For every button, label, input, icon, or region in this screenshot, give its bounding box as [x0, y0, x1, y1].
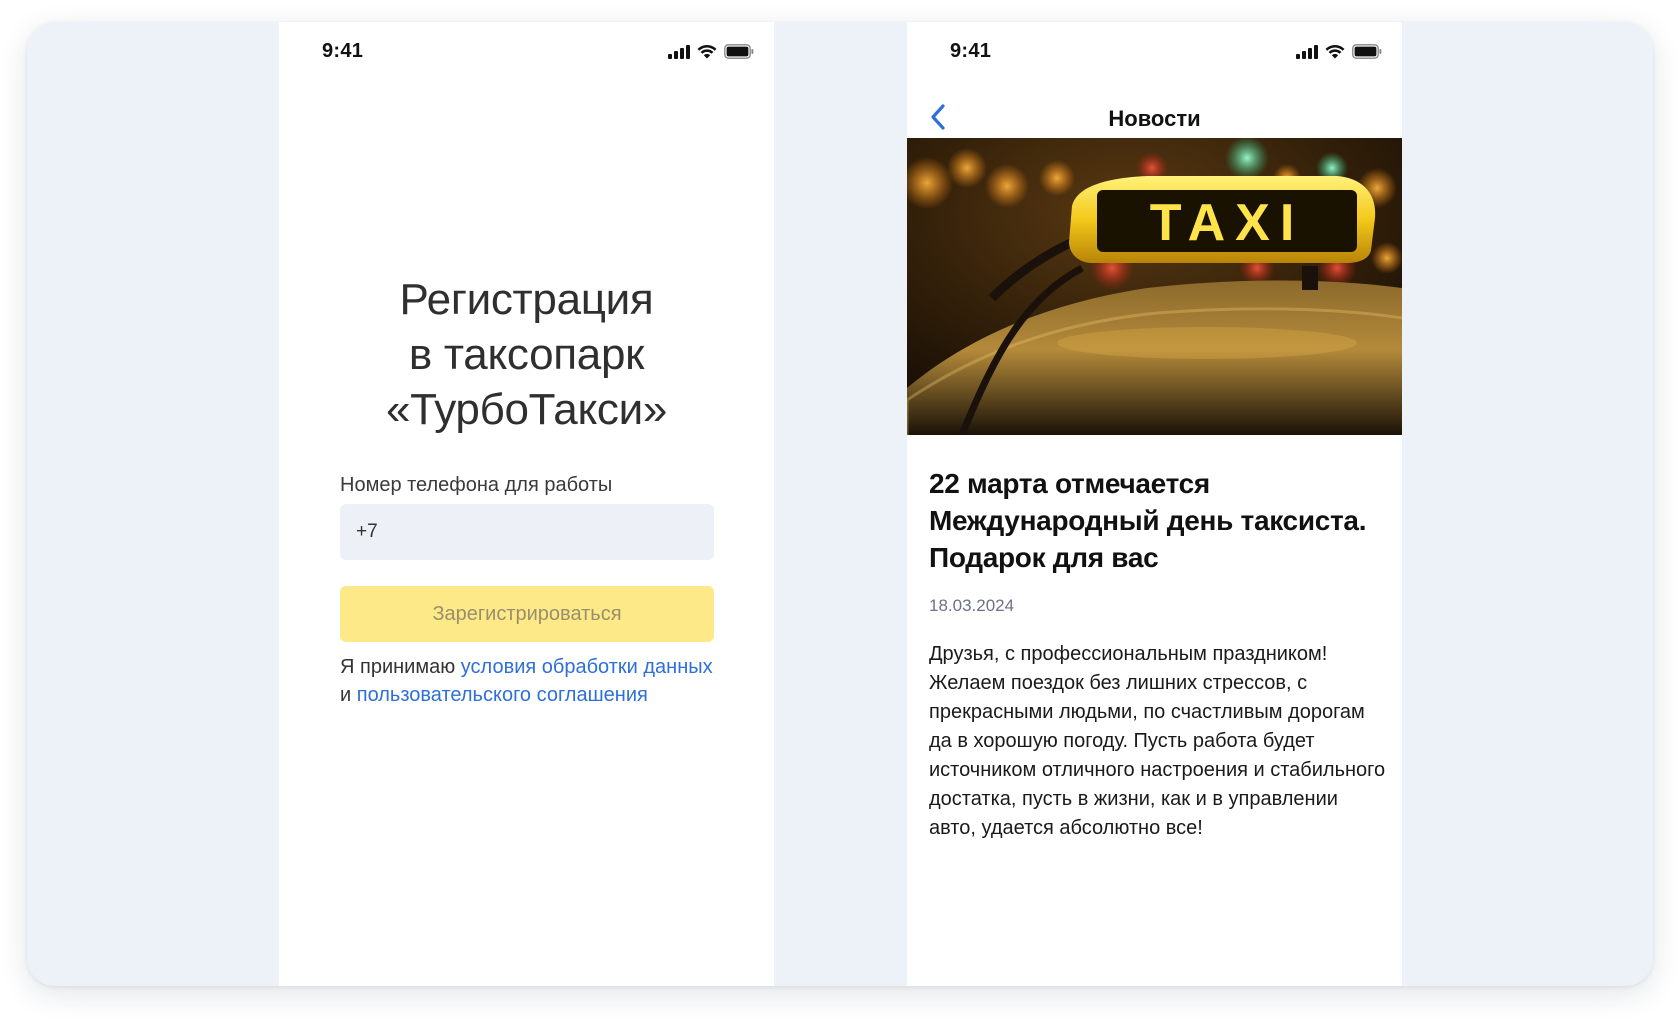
page-title: Регистрация в таксопарк «ТурбоТакси»: [279, 272, 774, 437]
phone-input[interactable]: [340, 504, 714, 560]
article-title: 22 марта отмечается Международный день т…: [929, 468, 1367, 573]
user-agreement-link[interactable]: пользовательского соглашения: [357, 684, 648, 706]
terms-text: Я принимаю условия обработки данных и по…: [340, 653, 720, 709]
register-button[interactable]: Зарегистрироваться: [340, 586, 714, 642]
registration-screen: 9:41 Регистрация в таксопарк «ТурбоТакси…: [279, 22, 774, 986]
canvas-background: 9:41 Регистрация в таксопарк «ТурбоТакси…: [27, 22, 1653, 986]
status-icons: [668, 44, 754, 59]
title-line-1: Регистрация: [399, 275, 654, 324]
battery-icon: [724, 44, 754, 59]
news-screen: 9:41 Новости TAXI 22 марта отмечается Ме…: [907, 22, 1402, 986]
status-bar: 9:41: [907, 22, 1402, 84]
title-line-3: «ТурбоТакси»: [385, 385, 668, 434]
article-date: 18.03.2024: [929, 596, 1015, 615]
status-time: 9:41: [950, 40, 992, 62]
taxi-sign-text: TAXI: [1150, 194, 1305, 252]
status-bar: 9:41: [279, 22, 774, 84]
data-processing-link[interactable]: условия обработки данных: [461, 656, 713, 678]
battery-icon: [1352, 44, 1382, 59]
article-body: Друзья, с профессиональным праздником! Ж…: [929, 643, 1386, 839]
terms-middle: и: [340, 684, 357, 706]
wifi-icon: [1325, 44, 1345, 59]
taxi-hero-image: TAXI: [907, 138, 1402, 435]
cellular-signal-icon: [668, 44, 690, 59]
title-line-2: в таксопарк: [408, 330, 645, 379]
cellular-signal-icon: [1296, 44, 1318, 59]
wifi-icon: [697, 44, 717, 59]
phone-field-label: Номер телефона для работы: [340, 474, 613, 496]
terms-prefix: Я принимаю: [340, 656, 461, 678]
status-icons: [1296, 44, 1382, 59]
nav-title: Новости: [1108, 106, 1201, 131]
status-time: 9:41: [322, 40, 364, 62]
